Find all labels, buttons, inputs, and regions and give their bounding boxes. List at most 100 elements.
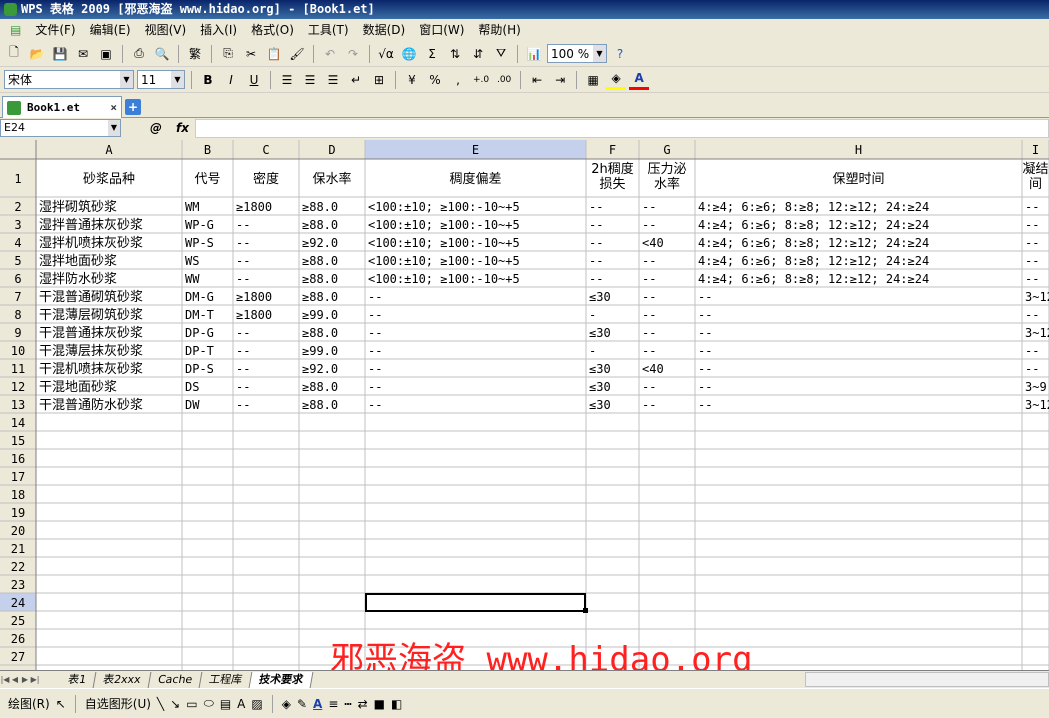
header-cell[interactable]: 砂浆品种	[83, 172, 135, 187]
cut-icon[interactable]: ✂	[241, 44, 261, 64]
table-cell[interactable]: DS	[185, 380, 199, 394]
table-cell[interactable]: --	[368, 326, 382, 340]
traditional-chinese-button[interactable]: 繁	[185, 44, 205, 64]
row-header-4[interactable]: 4	[14, 236, 21, 250]
table-cell[interactable]: DM-G	[185, 290, 214, 304]
table-cell[interactable]: --	[236, 236, 250, 250]
chart-icon[interactable]: 📊	[524, 44, 544, 64]
column-header-H[interactable]: H	[855, 143, 862, 157]
table-cell[interactable]: --	[642, 380, 656, 394]
table-cell[interactable]: --	[698, 308, 712, 322]
chevron-down-icon[interactable]: ▼	[120, 71, 133, 88]
copy-icon[interactable]: ⎘	[218, 44, 238, 64]
table-cell[interactable]: --	[1025, 272, 1039, 286]
save-icon[interactable]: 💾	[50, 44, 70, 64]
table-cell[interactable]: 4:≥4; 6:≥6; 8:≥8; 12:≥12; 24:≥24	[698, 200, 929, 214]
row-header-6[interactable]: 6	[14, 272, 21, 286]
horizontal-scrollbar[interactable]	[805, 672, 1049, 687]
row-header-16[interactable]: 16	[11, 452, 25, 466]
header-cell[interactable]: 2h稠度	[591, 161, 634, 177]
menu-item-3[interactable]: 插入(I)	[194, 20, 243, 40]
sheet-tab-3[interactable]: 工程库	[199, 671, 253, 688]
zoom-formula-icon[interactable]: @	[150, 121, 162, 135]
column-header-I[interactable]: I	[1032, 143, 1039, 157]
table-cell[interactable]: ≥88.0	[302, 326, 338, 340]
table-cell[interactable]: --	[236, 380, 250, 394]
table-cell[interactable]: --	[1025, 254, 1039, 268]
picture-icon[interactable]: ▨	[251, 697, 262, 711]
table-cell[interactable]: ≥88.0	[302, 380, 338, 394]
row-header-18[interactable]: 18	[11, 488, 25, 502]
row-header-7[interactable]: 7	[14, 290, 21, 304]
sheet-tab-4[interactable]: 技术要求	[249, 671, 314, 688]
name-box[interactable]: E24 ▼	[0, 119, 121, 137]
table-cell[interactable]: 4:≥4; 6:≥6; 8:≥8; 12:≥12; 24:≥24	[698, 218, 929, 232]
column-header-F[interactable]: F	[609, 143, 616, 157]
header-cell[interactable]: 代号	[194, 172, 220, 187]
table-cell[interactable]: --	[589, 254, 603, 268]
table-cell[interactable]: 湿拌防水砂浆	[39, 271, 117, 287]
table-cell[interactable]: --	[642, 344, 656, 358]
filter-icon[interactable]: ⛛	[491, 44, 511, 64]
currency-icon[interactable]: ¥	[402, 70, 422, 90]
row-header-9[interactable]: 9	[14, 326, 21, 340]
shadow-icon[interactable]: ■	[374, 697, 385, 711]
table-cell[interactable]: 3~12	[1025, 290, 1049, 304]
table-cell[interactable]: <100:±10; ≥100:-10~+5	[368, 218, 520, 232]
table-cell[interactable]: --	[1025, 200, 1039, 214]
dash-style-icon[interactable]: ┅	[344, 697, 351, 711]
row-header-20[interactable]: 20	[11, 524, 25, 538]
row-header-11[interactable]: 11	[11, 362, 25, 376]
prev-sheet-icon[interactable]: ◀	[10, 675, 20, 684]
header-cell[interactable]: 稠度偏差	[449, 171, 501, 187]
table-cell[interactable]: ≥92.0	[302, 362, 338, 376]
paste-icon[interactable]: 📋	[264, 44, 284, 64]
indent-decrease-icon[interactable]: ⇤	[527, 70, 547, 90]
tab-book1[interactable]: Book1.et ×	[2, 96, 122, 118]
table-cell[interactable]: --	[1025, 218, 1039, 232]
table-cell[interactable]: --	[698, 380, 712, 394]
table-cell[interactable]: 4:≥4; 6:≥6; 8:≥8; 12:≥12; 24:≥24	[698, 272, 929, 286]
row-header-23[interactable]: 23	[11, 578, 25, 592]
row-header-19[interactable]: 19	[11, 506, 25, 520]
table-cell[interactable]: DW	[185, 398, 200, 412]
table-cell[interactable]: --	[1025, 308, 1039, 322]
ellipse-icon[interactable]: ⬭	[204, 696, 214, 711]
table-cell[interactable]: --	[698, 344, 712, 358]
formula-input[interactable]	[195, 119, 1049, 138]
header-cell[interactable]: 保水率	[312, 171, 351, 187]
header-cell[interactable]: 间	[1029, 177, 1042, 192]
table-cell[interactable]: <40	[642, 236, 664, 250]
table-cell[interactable]: ≤30	[589, 398, 611, 412]
merge-icon[interactable]: ⊞	[369, 70, 389, 90]
menu-item-2[interactable]: 视图(V)	[139, 20, 193, 40]
table-cell[interactable]: <100:±10; ≥100:-10~+5	[368, 236, 520, 250]
table-cell[interactable]: ≥88.0	[302, 398, 338, 412]
table-cell[interactable]: --	[642, 308, 656, 322]
wordart-icon[interactable]: A	[237, 697, 245, 711]
increase-decimal-icon[interactable]: +.0	[471, 70, 491, 90]
table-cell[interactable]: --	[589, 236, 603, 250]
font-select[interactable]: 宋体 ▼	[4, 70, 134, 89]
sheet-tab-1[interactable]: 表2xxx	[93, 671, 151, 688]
row-header-1[interactable]: 1	[14, 172, 21, 186]
open-icon[interactable]: 📂	[27, 44, 47, 64]
table-cell[interactable]: --	[368, 308, 382, 322]
table-cell[interactable]: <100:±10; ≥100:-10~+5	[368, 272, 520, 286]
borders-icon[interactable]: ▦	[583, 70, 603, 90]
column-header-C[interactable]: C	[262, 143, 269, 157]
row-header-15[interactable]: 15	[11, 434, 25, 448]
align-right-icon[interactable]: ☰	[323, 70, 343, 90]
spreadsheet-grid[interactable]: A B C D E F G H I 1 2 3 4 5 6 7 8 9 10 11 12 13 14 15 16 17 18 19 20…	[0, 140, 1049, 670]
table-cell[interactable]: DP-T	[185, 344, 214, 358]
arrow-style-icon[interactable]: ⇄	[358, 697, 368, 711]
table-cell[interactable]: WW	[185, 272, 200, 286]
table-cell[interactable]: --	[368, 362, 382, 376]
menu-item-5[interactable]: 工具(T)	[302, 20, 355, 40]
font-color-icon[interactable]: A	[629, 70, 650, 90]
decrease-decimal-icon[interactable]: .00	[494, 70, 514, 90]
fill-color-icon[interactable]: ◈	[282, 697, 291, 711]
menu-item-4[interactable]: 格式(O)	[245, 20, 300, 40]
underline-button[interactable]: U	[244, 70, 264, 90]
menu-item-7[interactable]: 窗口(W)	[413, 20, 470, 40]
